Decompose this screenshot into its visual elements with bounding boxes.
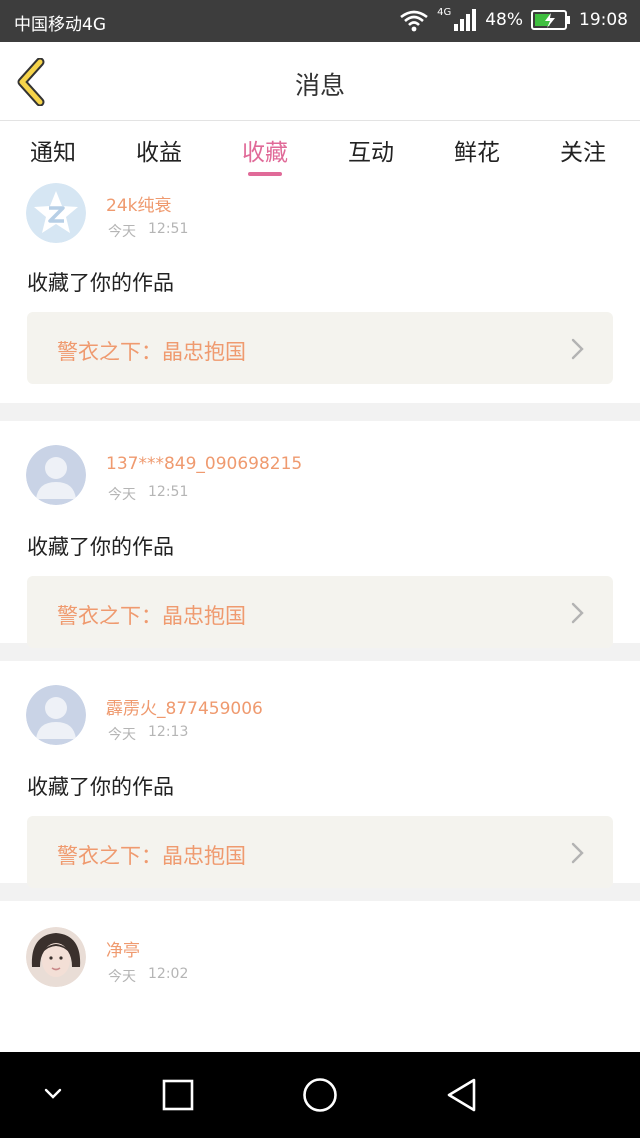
list-item: 净亭 今天 12:02 [0,901,640,1011]
default-avatar-icon [26,685,86,745]
page-title: 消息 [294,71,345,100]
recents-icon[interactable] [162,1079,194,1115]
message-text: 收藏了你的作品 [27,775,174,799]
username[interactable]: 霹雳火_877459006 [106,694,263,719]
message-text: 收藏了你的作品 [27,271,174,295]
status-right: 4G 48% 19:08 [399,6,628,32]
tab-earnings[interactable]: 收益 [106,133,212,167]
chevron-right-icon [571,338,585,364]
qzone-avatar-icon [26,183,86,243]
list-item: 霹雳火_877459006 今天 12:13 收藏了你的作品 警衣之下：晶忠抱国 [0,661,640,888]
avatar[interactable] [26,927,86,987]
timestamp-day: 今天 [108,224,136,240]
system-nav-bar [0,1052,640,1138]
username[interactable]: 24k纯衰 [106,191,171,216]
timestamp-day: 今天 [108,969,136,985]
message-text: 收藏了你的作品 [27,535,174,559]
chevron-down-icon[interactable] [42,1086,64,1106]
tab-favorites[interactable]: 收藏 [212,133,318,167]
work-title: 警衣之下：晶忠抱国 [57,844,246,868]
avatar[interactable] [26,183,86,243]
list-item: 24k纯衰 今天 12:51 收藏了你的作品 警衣之下：晶忠抱国 [0,181,640,403]
list-item: 137***849_090698215 今天 12:51 收藏了你的作品 警衣之… [0,421,640,648]
chevron-right-icon [571,602,585,628]
timestamp-day: 今天 [108,487,136,503]
battery-icon [531,9,571,31]
tab-follows[interactable]: 关注 [530,133,636,167]
timestamp-time: 12:13 [148,724,189,740]
tab-notifications[interactable]: 通知 [0,133,106,167]
avatar[interactable] [26,445,86,505]
wifi-icon [399,8,429,32]
battery-percent: 48% [485,10,523,30]
tab-interactions[interactable]: 互动 [318,133,424,167]
username[interactable]: 137***849_090698215 [106,454,302,474]
message-list: 24k纯衰 今天 12:51 收藏了你的作品 警衣之下：晶忠抱国 137***8… [0,181,640,1011]
timestamp-time: 12:51 [148,484,189,500]
work-link[interactable]: 警衣之下：晶忠抱国 [27,816,613,888]
tab-flowers[interactable]: 鲜花 [424,133,530,167]
work-link[interactable]: 警衣之下：晶忠抱国 [27,312,613,384]
default-avatar-icon [26,445,86,505]
username[interactable]: 净亭 [106,936,140,961]
timestamp-day: 今天 [108,727,136,743]
timestamp-time: 12:51 [148,221,189,237]
work-title: 警衣之下：晶忠抱国 [57,604,246,628]
avatar[interactable] [26,685,86,745]
back-triangle-icon[interactable] [445,1077,479,1117]
active-tab-indicator [248,172,282,176]
home-icon[interactable] [302,1077,338,1117]
carrier-label: 中国移动4G [14,15,106,35]
tab-bar: 通知 收益 收藏 互动 鲜花 关注 [0,121,640,181]
work-title: 警衣之下：晶忠抱国 [57,340,246,364]
status-bar: 中国移动4G 4G 48% 19:08 [0,0,640,42]
divider [0,403,640,421]
photo-avatar-icon [26,927,86,987]
timestamp-time: 12:02 [148,966,189,982]
header: 消息 [0,42,640,121]
clock: 19:08 [579,10,628,30]
signal-icon [453,8,477,32]
network-label: 4G [437,6,452,18]
work-link[interactable]: 警衣之下：晶忠抱国 [27,576,613,648]
chevron-right-icon [571,842,585,868]
